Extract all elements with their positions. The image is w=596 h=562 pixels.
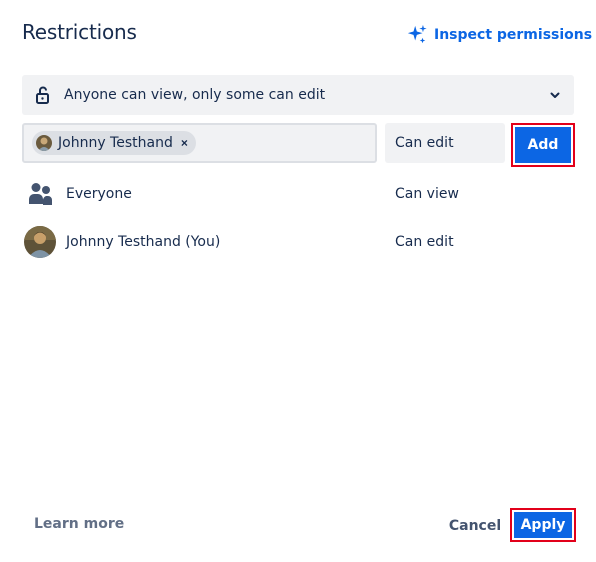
- avatar: [24, 226, 56, 258]
- row-name: Johnny Testhand (You): [66, 234, 221, 250]
- sparkle-icon: [407, 24, 427, 44]
- inspect-permissions-link[interactable]: Inspect permissions: [406, 24, 592, 46]
- apply-button[interactable]: Apply: [514, 512, 572, 538]
- inspect-permissions-label: Inspect permissions: [434, 27, 593, 43]
- chevron-down-icon: [550, 92, 560, 98]
- apply-button-highlight: Apply: [510, 508, 576, 542]
- permission-row: Johnny Testhand (You) Can edit: [22, 224, 574, 260]
- restriction-level-value: Anyone can view, only some can edit: [64, 87, 326, 103]
- user-chip: Johnny Testhand ×: [32, 131, 196, 155]
- row-permission: Can edit: [395, 234, 454, 250]
- permission-select[interactable]: Can edit: [385, 123, 505, 163]
- avatar: [36, 135, 52, 151]
- people-group-icon: [22, 176, 58, 212]
- row-permission: Can view: [395, 186, 459, 202]
- user-chip-label: Johnny Testhand: [58, 135, 173, 151]
- people-picker-input[interactable]: Johnny Testhand ×: [22, 123, 377, 163]
- restriction-level-select[interactable]: Anyone can view, only some can edit: [22, 75, 574, 115]
- unlock-icon: [36, 86, 49, 104]
- cancel-button[interactable]: Cancel: [446, 510, 504, 542]
- learn-more-link[interactable]: Learn more: [34, 516, 124, 532]
- dialog-title: Restrictions: [22, 20, 137, 44]
- add-button-highlight: Add: [511, 123, 575, 167]
- permission-select-value: Can edit: [395, 135, 454, 151]
- restrictions-dialog: Restrictions Inspect permissions Anyone …: [0, 0, 596, 562]
- row-name: Everyone: [66, 186, 132, 202]
- add-button[interactable]: Add: [515, 127, 571, 163]
- permission-row: Everyone Can view: [22, 176, 574, 212]
- close-icon[interactable]: ×: [181, 136, 188, 150]
